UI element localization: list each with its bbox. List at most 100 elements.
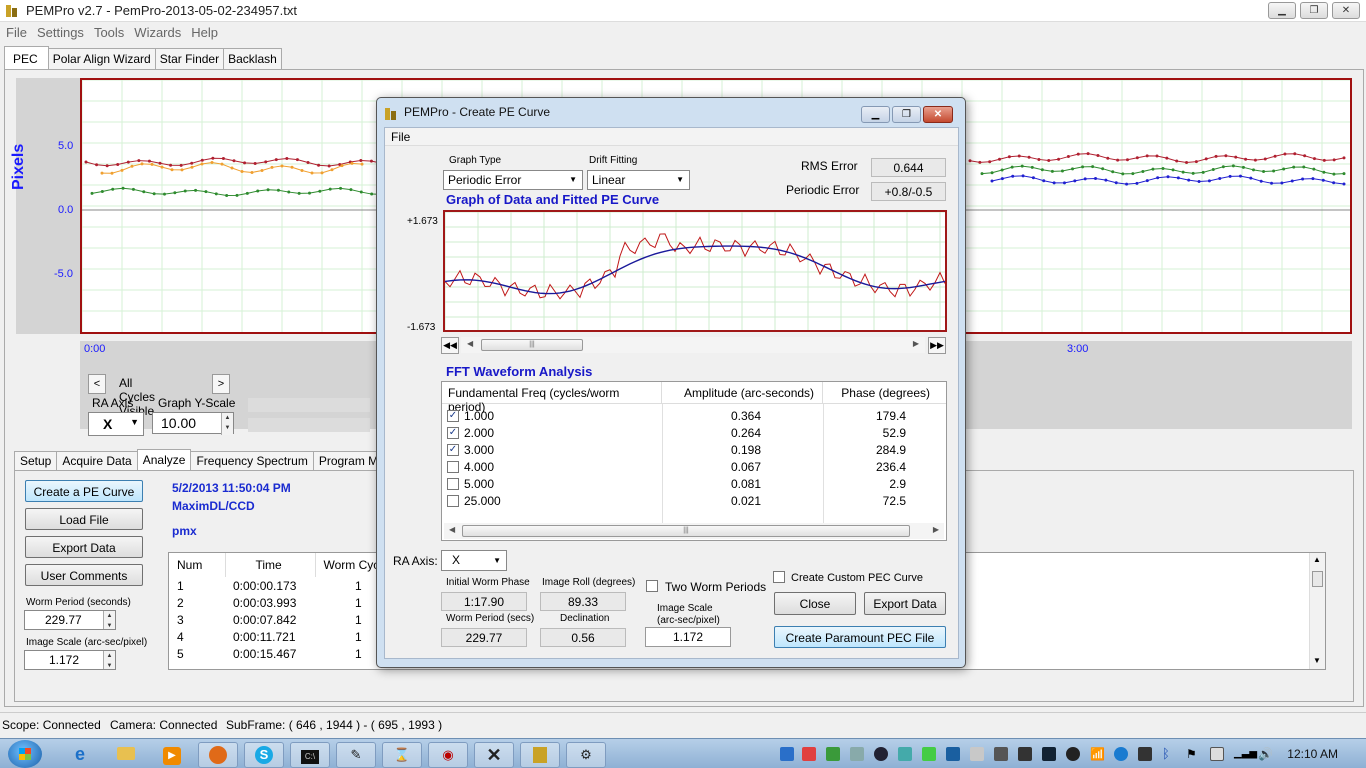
fft-row-checkbox[interactable] [447,478,459,490]
scroll-right-icon[interactable]: ▶ [933,525,939,534]
skype-icon[interactable]: S [244,742,284,768]
menu-wizards[interactable]: Wizards [128,22,185,40]
worm-period-input[interactable]: 229.77 ▲ ▼ [24,610,116,630]
tray-icon-9[interactable] [970,747,984,761]
user-comments-button[interactable]: User Comments [25,564,143,586]
fft-row-checkbox[interactable] [447,495,459,507]
flag-icon[interactable]: ⚑ [1186,747,1200,761]
maximize-button[interactable]: ❐ [1300,2,1328,19]
dialog-close-icon[interactable]: ✕ [923,106,953,123]
tab-pec[interactable]: PEC [4,46,49,69]
fft-col-phase[interactable]: Phase (degrees) [823,382,946,404]
tray-icon-4[interactable] [850,747,864,761]
fft-row[interactable]: ✓ 1.000 0.364 179.4 [442,408,946,425]
tray-icon-7[interactable] [922,747,936,761]
dialog-maximize-button[interactable]: ❐ [892,106,921,123]
tab-polar-align-wizard[interactable]: Polar Align Wizard [47,48,156,69]
tray-icon-2[interactable] [802,747,816,761]
tray-icon-1[interactable] [780,747,794,761]
col-num[interactable]: Num [169,553,226,577]
dialog-menu-file[interactable]: File [391,130,410,144]
dialog-close-button[interactable]: Close [774,592,856,615]
scroll-thumb[interactable] [1312,571,1323,587]
fft-hscroll[interactable]: ◀ ||| ▶ [444,523,944,539]
scroll-first-icon[interactable]: ◀◀ [441,337,459,354]
chart-hscroll[interactable]: ◀ ||| ▶ [461,337,925,353]
two-worm-checkbox[interactable] [646,580,658,592]
next-cycle-button[interactable]: > [212,374,230,394]
firefox-icon[interactable] [198,742,238,768]
scroll-last-icon[interactable]: ▶▶ [928,337,946,354]
scroll-down-icon[interactable]: ▼ [1313,656,1321,665]
tab-backlash[interactable]: Backlash [223,48,282,69]
chart-scrollbar[interactable]: ◀◀ ◀ ||| ▶ ▶▶ [441,337,947,354]
ra-axis-select[interactable]: X ▼ [88,412,144,436]
fft-row[interactable]: ✓ 2.000 0.264 52.9 [442,425,946,442]
close-button[interactable]: ✕ [1332,2,1360,19]
taskbar-clock[interactable]: 12:10 AM [1287,747,1338,761]
menu-settings[interactable]: Settings [31,22,88,40]
tab-analyze[interactable]: Analyze [136,449,192,470]
tray-icon-11[interactable] [1018,747,1032,761]
signal-icon[interactable]: ▁▃▅ [1234,747,1257,761]
fft-row[interactable]: 25.000 0.021 72.5 [442,493,946,510]
folder-icon[interactable] [106,742,146,768]
tab-star-finder[interactable]: Star Finder [154,48,225,69]
tray-icon-12[interactable] [1042,747,1056,761]
tab-acquire-data[interactable]: Acquire Data [56,451,138,470]
scroll-left-icon[interactable]: ◀ [449,525,455,534]
battery-icon[interactable] [1210,747,1224,761]
scroll-thumb[interactable]: ||| [462,525,910,537]
media-player-icon[interactable]: ▶ [152,742,192,768]
hourglass-app-icon[interactable]: ⌛ [382,742,422,768]
tray-icon-3[interactable] [826,747,840,761]
start-button[interactable] [8,740,42,768]
tools-app-icon[interactable]: ⚙ [566,742,606,768]
menu-help[interactable]: Help [185,22,222,40]
image-scale-input[interactable]: 1.172 ▲ ▼ [24,650,116,670]
scroll-left-icon[interactable]: ◀ [467,339,473,348]
telescope-app-icon[interactable]: ✎ [336,742,376,768]
scroll-up-icon[interactable]: ▲ [1313,555,1321,564]
tab-frequency-spectrum[interactable]: Frequency Spectrum [190,451,314,470]
ie-icon[interactable]: e [60,742,100,768]
scroll-thumb[interactable]: ||| [481,339,583,351]
drift-fitting-select[interactable]: Linear ▼ [587,170,690,190]
scroll-right-icon[interactable]: ▶ [913,339,919,348]
menu-tools[interactable]: Tools [88,22,128,40]
fft-row[interactable]: ✓ 3.000 0.198 284.9 [442,442,946,459]
camera-app-icon[interactable]: ◉ [428,742,468,768]
export-data-button[interactable]: Export Data [25,536,143,558]
graph-type-select[interactable]: Periodic Error ▼ [443,170,583,190]
menu-file[interactable]: File [0,22,31,40]
dialog-export-data-button[interactable]: Export Data [864,592,946,615]
pempro-app-icon[interactable] [520,742,560,768]
fft-row-checkbox[interactable] [447,461,459,473]
spinner-icon[interactable]: ▲ ▼ [103,651,115,669]
tray-icon-6[interactable] [898,747,912,761]
dialog-image-scale-input[interactable]: 1.172 [645,627,731,647]
fft-row-checkbox[interactable]: ✓ [447,410,459,422]
tray-icon-10[interactable] [994,747,1008,761]
fft-row-checkbox[interactable]: ✓ [447,427,459,439]
col-time[interactable]: Time [225,553,316,577]
volume-icon[interactable]: 🔊 [1258,747,1273,761]
x-app-icon[interactable]: ✕ [474,742,514,768]
custom-pec-checkbox[interactable] [773,571,785,583]
prev-cycle-button[interactable]: < [88,374,106,394]
fft-row[interactable]: 4.000 0.067 236.4 [442,459,946,476]
dialog-ra-axis-select[interactable]: X ▼ [441,550,507,571]
fft-row-checkbox[interactable]: ✓ [447,444,459,456]
dialog-minimize-button[interactable]: ▁ [861,106,890,123]
y-scale-input[interactable]: 10.00 ▲ ▼ [152,412,234,435]
network-icon[interactable] [1114,747,1128,761]
fft-row[interactable]: 5.000 0.081 2.9 [442,476,946,493]
display-icon[interactable] [1138,747,1152,761]
fft-col-freq[interactable]: Fundamental Freq (cycles/worm period) [442,382,662,414]
create-pe-curve-button[interactable]: Create a PE Curve [25,480,143,502]
bluetooth-icon[interactable]: ᛒ [1162,747,1176,761]
tray-icon-13[interactable] [1066,747,1080,761]
cmd-icon[interactable]: C:\ [290,742,330,768]
load-file-button[interactable]: Load File [25,508,143,530]
spinner-icon[interactable]: ▲ ▼ [221,413,233,435]
